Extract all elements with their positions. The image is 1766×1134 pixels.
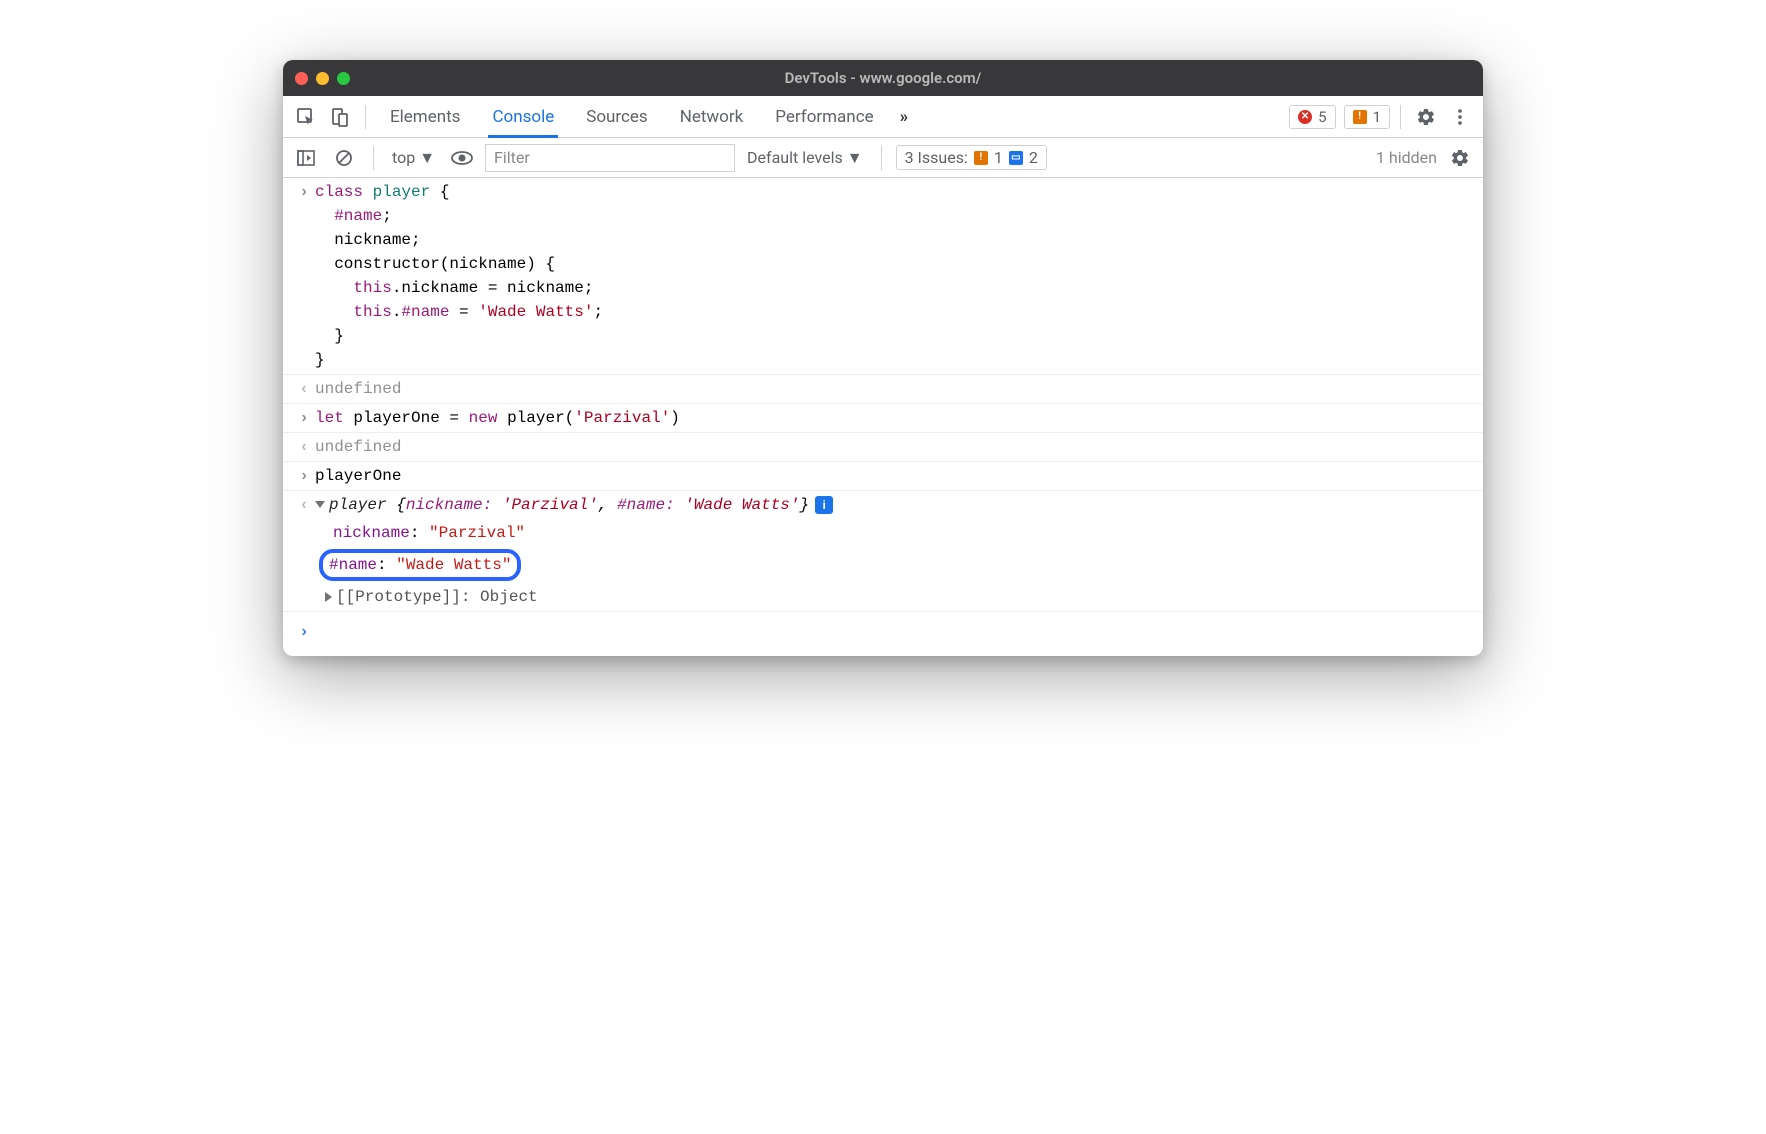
- expand-triangle-icon[interactable]: [325, 592, 332, 602]
- main-toolbar: Elements Console Sources Network Perform…: [283, 96, 1483, 138]
- object-property-row[interactable]: nickname: "Parzival": [283, 519, 1483, 547]
- tab-network[interactable]: Network: [666, 96, 758, 138]
- warning-icon: !: [1353, 110, 1367, 124]
- warnings-badge[interactable]: ! 1: [1344, 105, 1390, 129]
- console-toolbar: top ▼ Filter Default levels ▼ 3 Issues: …: [283, 138, 1483, 178]
- levels-label: Default levels: [747, 148, 843, 167]
- console-input-row[interactable]: class player { #name; nickname; construc…: [283, 178, 1483, 375]
- filter-input[interactable]: Filter: [485, 144, 735, 172]
- issues-info-count: 2: [1029, 148, 1038, 167]
- context-selector[interactable]: top ▼: [388, 148, 439, 168]
- dropdown-icon: ▼: [847, 148, 863, 168]
- console-output-row: undefined: [283, 375, 1483, 404]
- console-output-row: player {nickname: 'Parzival', #name: 'Wa…: [283, 491, 1483, 519]
- settings-icon[interactable]: [1411, 102, 1441, 132]
- more-icon[interactable]: [1445, 102, 1475, 132]
- input-chevron-icon: [293, 406, 315, 430]
- close-icon[interactable]: [295, 72, 308, 85]
- prompt-chevron-icon: [293, 620, 315, 644]
- hidden-count[interactable]: 1 hidden: [1376, 148, 1437, 167]
- tab-console[interactable]: Console: [478, 96, 568, 138]
- code-block: playerOne: [315, 464, 1473, 488]
- warnings-count: 1: [1373, 108, 1381, 126]
- console-body: class player { #name; nickname; construc…: [283, 178, 1483, 656]
- tab-elements[interactable]: Elements: [376, 96, 474, 138]
- tab-performance[interactable]: Performance: [761, 96, 887, 138]
- property-prototype: [[Prototype]]: Object: [325, 585, 1473, 609]
- window-title: DevTools - www.google.com/: [283, 69, 1483, 87]
- code-block: let playerOne = new player('Parzival'): [315, 406, 1473, 430]
- object-property-row[interactable]: [[Prototype]]: Object: [283, 583, 1483, 612]
- property-private-name: #name: "Wade Watts": [327, 549, 1473, 581]
- result-undefined: undefined: [315, 435, 1473, 459]
- devtools-window: DevTools - www.google.com/ Elements Cons…: [283, 60, 1483, 656]
- context-label: top: [392, 148, 415, 167]
- live-expression-icon[interactable]: [447, 143, 477, 173]
- tab-sources[interactable]: Sources: [572, 96, 661, 138]
- filter-placeholder: Filter: [494, 148, 530, 167]
- output-chevron-icon: [293, 435, 315, 459]
- prompt-input[interactable]: [315, 620, 1473, 644]
- property-nickname: nickname: "Parzival": [333, 521, 1473, 545]
- console-input-row[interactable]: playerOne: [283, 462, 1483, 491]
- separator: [881, 146, 882, 170]
- object-preview[interactable]: player {nickname: 'Parzival', #name: 'Wa…: [315, 493, 1473, 517]
- console-settings-icon[interactable]: [1445, 143, 1475, 173]
- issues-label: 3 Issues:: [905, 148, 968, 167]
- issues-badge[interactable]: 3 Issues: ! 1 ▭ 2: [896, 145, 1047, 170]
- warning-icon: !: [974, 151, 988, 165]
- tabs-overflow-icon[interactable]: »: [892, 107, 917, 127]
- minimize-icon[interactable]: [316, 72, 329, 85]
- errors-badge[interactable]: ✕ 5: [1289, 105, 1335, 129]
- object-property-row[interactable]: #name: "Wade Watts": [283, 547, 1483, 583]
- console-input-row[interactable]: let playerOne = new player('Parzival'): [283, 404, 1483, 433]
- issues-warn-count: 1: [994, 148, 1003, 167]
- input-chevron-icon: [293, 464, 315, 488]
- inspect-element-icon[interactable]: [291, 102, 321, 132]
- info-icon: ▭: [1009, 151, 1023, 165]
- errors-count: 5: [1318, 108, 1326, 126]
- titlebar: DevTools - www.google.com/: [283, 60, 1483, 96]
- device-toolbar-icon[interactable]: [325, 102, 355, 132]
- separator: [1400, 105, 1401, 129]
- dropdown-icon: ▼: [419, 148, 435, 168]
- clear-console-icon[interactable]: [329, 143, 359, 173]
- info-icon[interactable]: i: [815, 496, 833, 514]
- console-prompt-row[interactable]: [283, 612, 1483, 646]
- highlight-annotation: #name: "Wade Watts": [319, 549, 521, 581]
- traffic-lights: [295, 72, 350, 85]
- console-output-row: undefined: [283, 433, 1483, 462]
- separator: [365, 105, 366, 129]
- output-chevron-icon: [293, 493, 315, 517]
- sidebar-toggle-icon[interactable]: [291, 143, 321, 173]
- maximize-icon[interactable]: [337, 72, 350, 85]
- input-chevron-icon: [293, 180, 315, 372]
- result-undefined: undefined: [315, 377, 1473, 401]
- output-chevron-icon: [293, 377, 315, 401]
- code-block: class player { #name; nickname; construc…: [315, 180, 1473, 372]
- separator: [373, 146, 374, 170]
- log-levels-selector[interactable]: Default levels ▼: [743, 148, 867, 168]
- error-icon: ✕: [1298, 110, 1312, 124]
- expand-triangle-icon[interactable]: [315, 501, 325, 508]
